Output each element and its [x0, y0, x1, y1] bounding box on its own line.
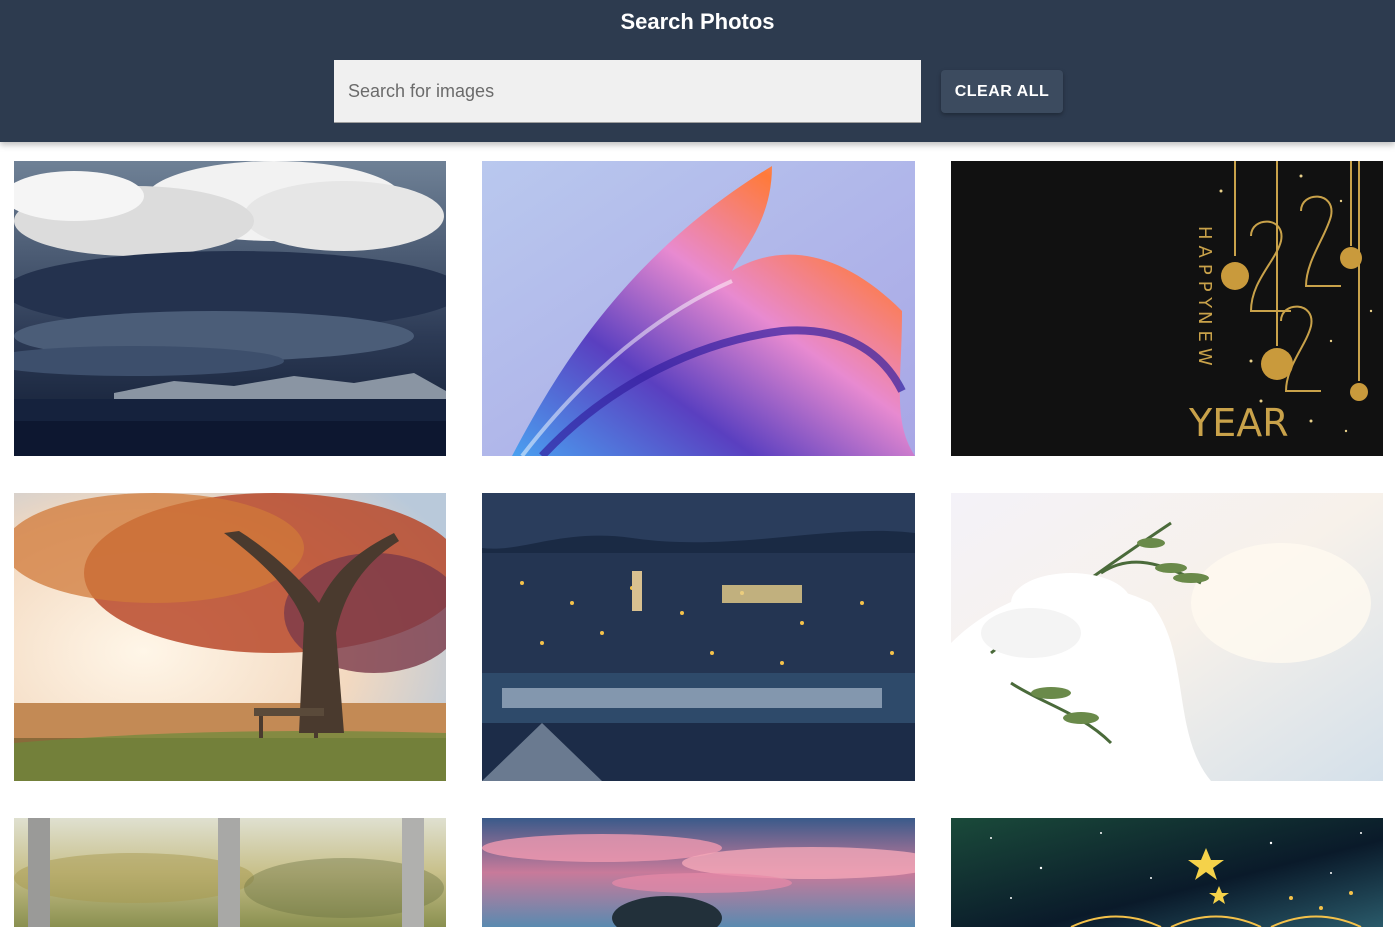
- photo-snow-branch[interactable]: [951, 493, 1383, 781]
- page-title: Search Photos: [620, 9, 775, 34]
- photo-new-year[interactable]: HAPPY NEW YEAR: [951, 161, 1383, 456]
- photo-fence[interactable]: [14, 818, 446, 927]
- autumn-tree-image: [14, 493, 446, 781]
- photo-storm-clouds[interactable]: [14, 161, 446, 456]
- snow-branch-image: [951, 493, 1383, 781]
- storm-clouds-image: [14, 161, 446, 456]
- new-year-image: HAPPY NEW YEAR: [951, 161, 1383, 456]
- fence-image: [14, 818, 446, 927]
- search-field[interactable]: [334, 60, 921, 123]
- search-input[interactable]: [334, 60, 921, 122]
- abstract-wave-image: [482, 161, 915, 456]
- starry-sky-image: [951, 818, 1383, 927]
- photo-autumn-tree[interactable]: [14, 493, 446, 781]
- photo-pink-sunset[interactable]: [482, 818, 915, 927]
- pink-sunset-image: [482, 818, 915, 927]
- photo-abstract-wave[interactable]: [482, 161, 915, 456]
- new-text: NEW: [1194, 311, 1215, 372]
- photo-town-night[interactable]: [482, 493, 915, 781]
- clear-all-button[interactable]: CLEAR ALL: [941, 70, 1063, 113]
- happy-text: HAPPY: [1194, 226, 1215, 314]
- town-night-image: [482, 493, 915, 781]
- year-text: YEAR: [1188, 401, 1289, 445]
- photo-starry-sky[interactable]: [951, 818, 1383, 927]
- app-header: Search Photos CLEAR ALL: [0, 0, 1395, 142]
